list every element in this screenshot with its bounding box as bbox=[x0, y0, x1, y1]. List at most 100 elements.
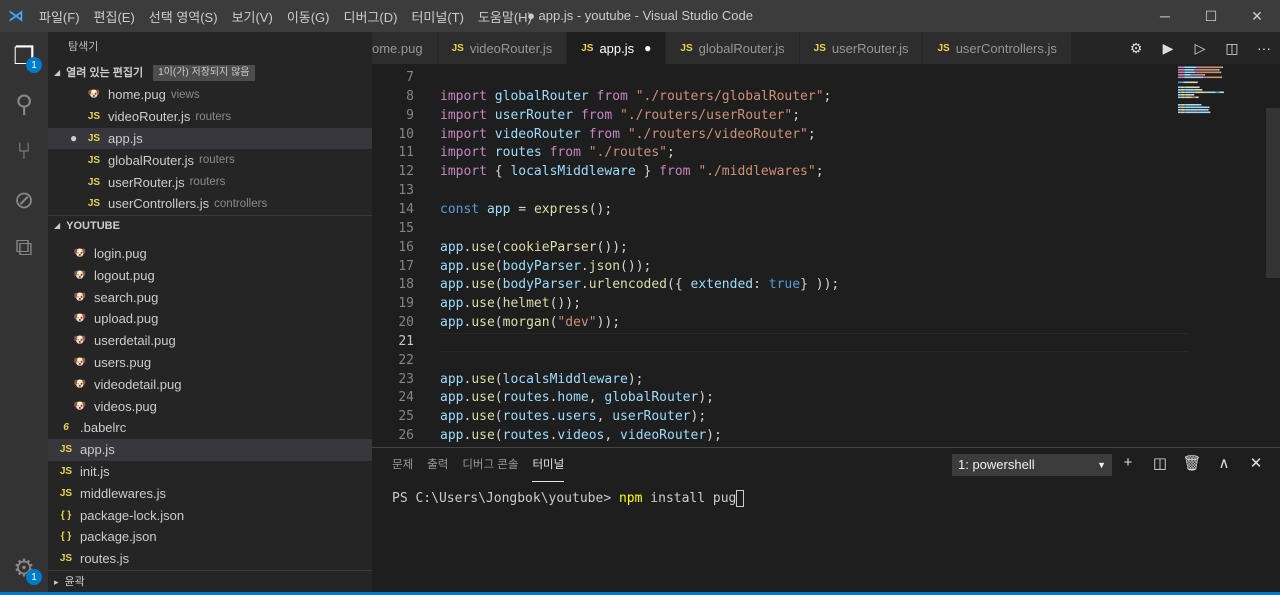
tab-userRouter-js[interactable]: JS userRouter.js bbox=[799, 32, 924, 64]
menu-item[interactable]: 도움말(H) bbox=[471, 7, 539, 26]
code-line[interactable]: import globalRouter from "./routers/glob… bbox=[440, 89, 831, 104]
code-token: userRouter bbox=[612, 409, 691, 425]
panel-tab[interactable]: 문제 bbox=[392, 448, 413, 482]
split-terminal-icon[interactable]: ◫ bbox=[1144, 454, 1176, 472]
minimize-button[interactable]: ─ bbox=[1142, 0, 1188, 32]
panel-tab[interactable]: 디버그 콘솔 bbox=[462, 448, 518, 482]
code-line[interactable]: import routes from "./routes"; bbox=[440, 145, 675, 160]
file-item[interactable]: 🐶 users.pug bbox=[48, 352, 372, 374]
minimap-token bbox=[1180, 109, 1182, 111]
notification-badge: 1 bbox=[26, 57, 42, 73]
code-line[interactable]: app.use(bodyParser.urlencoded({ extended… bbox=[440, 277, 839, 292]
maximize-button[interactable]: ☐ bbox=[1188, 0, 1234, 32]
minimap-token bbox=[1198, 111, 1209, 114]
activity-settings[interactable]: ⚙ 1 bbox=[0, 544, 48, 592]
open-editor-item[interactable]: JS userControllers.js controllers bbox=[48, 193, 372, 215]
tab-userControllers-js[interactable]: JS userControllers.js bbox=[923, 32, 1072, 64]
file-item[interactable]: { } package-lock.json bbox=[48, 504, 372, 526]
line-number: 12 bbox=[398, 164, 414, 180]
minimap-token bbox=[1181, 109, 1185, 111]
code-line[interactable]: import userRouter from "./routers/userRo… bbox=[440, 108, 800, 123]
activity-files[interactable]: ❐ 1 bbox=[0, 32, 48, 80]
tab-ome-pug[interactable]: ome.pug bbox=[372, 32, 438, 64]
minimap-token bbox=[1180, 91, 1182, 94]
activity-search[interactable]: ⚲ bbox=[0, 80, 48, 128]
open-editor-item[interactable]: JS globalRouter.js routers bbox=[48, 149, 372, 171]
code-line[interactable]: const app = express(); bbox=[440, 202, 612, 217]
minimap-token bbox=[1180, 106, 1182, 109]
file-item[interactable]: 🐶 search.pug bbox=[48, 286, 372, 308]
file-item[interactable]: JS init.js bbox=[48, 461, 372, 483]
file-item[interactable]: { } package.json bbox=[48, 526, 372, 548]
more-icon[interactable]: ··· bbox=[1248, 40, 1280, 56]
terminal-output[interactable]: PS C:\Users\Jongbok\youtube> npm install… bbox=[392, 490, 745, 507]
run-alt-icon[interactable]: ▷ bbox=[1184, 40, 1216, 57]
maximize-panel-icon[interactable]: ∧ bbox=[1208, 454, 1240, 472]
pug-file-icon: 🐶 bbox=[73, 356, 87, 368]
code-line[interactable]: app.use(morgan("dev")); bbox=[440, 315, 620, 330]
file-item[interactable]: 🐶 login.pug bbox=[48, 243, 372, 265]
minimap-token bbox=[1185, 86, 1196, 89]
tab-globalRouter-js[interactable]: JS globalRouter.js bbox=[666, 32, 800, 64]
code-line[interactable]: import { localsMiddleware } from "./midd… bbox=[440, 164, 824, 179]
file-item[interactable]: JS middlewares.js bbox=[48, 482, 372, 504]
code-token: ; bbox=[667, 145, 675, 161]
trash-icon[interactable]: 🗑 bbox=[1176, 454, 1208, 472]
js-file-icon: JS bbox=[87, 111, 101, 123]
menu-item[interactable]: 디버그(D) bbox=[337, 7, 405, 26]
file-item[interactable]: 6 .babelrc bbox=[48, 417, 372, 439]
terminal-select[interactable]: 1: powershell ▼ bbox=[952, 454, 1112, 476]
menu-item[interactable]: 파일(F) bbox=[32, 7, 87, 26]
code-line[interactable]: app.use(routes.videos, videoRouter); bbox=[440, 428, 722, 443]
minimap-token bbox=[1204, 91, 1207, 94]
minimap-token bbox=[1206, 109, 1209, 111]
file-item[interactable]: 🐶 upload.pug bbox=[48, 308, 372, 330]
tab-app-js[interactable]: JS app.js ● bbox=[567, 32, 667, 64]
open-editor-item[interactable]: ● JS app.js bbox=[48, 127, 372, 150]
code-line[interactable]: app.use(helmet()); bbox=[440, 296, 581, 311]
plus-icon[interactable]: + bbox=[1112, 454, 1144, 472]
file-item[interactable]: 🐶 videos.pug bbox=[48, 395, 372, 417]
pug-file-icon: 🐶 bbox=[73, 313, 87, 325]
outline-header[interactable]: ▸ 윤곽 bbox=[48, 570, 372, 592]
tab-videoRouter-js[interactable]: JS videoRouter.js bbox=[437, 32, 568, 64]
close-panel-icon[interactable]: ✕ bbox=[1240, 454, 1272, 472]
expand-icon: ▸ bbox=[54, 576, 59, 587]
code-editor[interactable]: 7 8 import globalRouter from "./routers/gl… bbox=[372, 64, 1280, 446]
code-line[interactable]: app.use(localsMiddleware); bbox=[440, 372, 644, 387]
panel-tab[interactable]: 터미널 bbox=[532, 448, 565, 482]
file-item[interactable]: 🐶 logout.pug bbox=[48, 264, 372, 286]
code-line[interactable]: app.use(cookieParser()); bbox=[440, 240, 628, 255]
menu-item[interactable]: 편집(E) bbox=[87, 7, 142, 26]
code-line[interactable]: app.use(routes.home, globalRouter); bbox=[440, 390, 714, 405]
activity-debug[interactable]: ⊘ bbox=[0, 176, 48, 224]
gear-icon[interactable]: ⚙ bbox=[1120, 40, 1152, 57]
minimap-token bbox=[1184, 111, 1186, 114]
open-editor-item[interactable]: JS videoRouter.js routers bbox=[48, 106, 372, 128]
file-item[interactable]: 🐶 videodetail.pug bbox=[48, 373, 372, 395]
menu-item[interactable]: 보기(V) bbox=[225, 7, 280, 26]
open-editors-header[interactable]: ◢ 열려 있는 편집기 1이(가) 저장되지 않음 bbox=[48, 62, 372, 84]
close-button[interactable]: ✕ bbox=[1234, 0, 1280, 32]
menu-item[interactable]: 이동(G) bbox=[280, 7, 337, 26]
minimap-token bbox=[1196, 66, 1201, 69]
panel-tab[interactable]: 출력 bbox=[427, 448, 448, 482]
file-item[interactable]: 🐶 userdetail.pug bbox=[48, 330, 372, 352]
activity-extensions[interactable]: ⧉ bbox=[0, 224, 48, 272]
code-line[interactable]: app.use(bodyParser.json()); bbox=[440, 259, 651, 274]
folder-label: YOUTUBE bbox=[66, 220, 120, 233]
open-editor-item[interactable]: 🐶 home.pug views bbox=[48, 84, 372, 106]
code-line[interactable]: app.use(routes.users, userRouter); bbox=[440, 409, 706, 424]
minimap[interactable] bbox=[1176, 64, 1266, 124]
menu-item[interactable]: 선택 영역(S) bbox=[142, 7, 225, 26]
activity-source-control[interactable]: ⑂ bbox=[0, 128, 48, 176]
split-editor-icon[interactable]: ◫ bbox=[1216, 40, 1248, 57]
file-item[interactable]: JS routes.js bbox=[48, 548, 372, 570]
file-item[interactable]: JS app.js bbox=[48, 438, 372, 461]
editor-scrollbar[interactable] bbox=[1266, 108, 1280, 278]
open-editor-item[interactable]: JS userRouter.js routers bbox=[48, 171, 372, 193]
run-icon[interactable]: ▶ bbox=[1152, 40, 1184, 57]
code-line[interactable]: import videoRouter from "./routers/video… bbox=[440, 127, 816, 142]
dirty-dot-icon[interactable]: ● bbox=[644, 41, 651, 55]
menu-item[interactable]: 터미널(T) bbox=[404, 7, 470, 26]
